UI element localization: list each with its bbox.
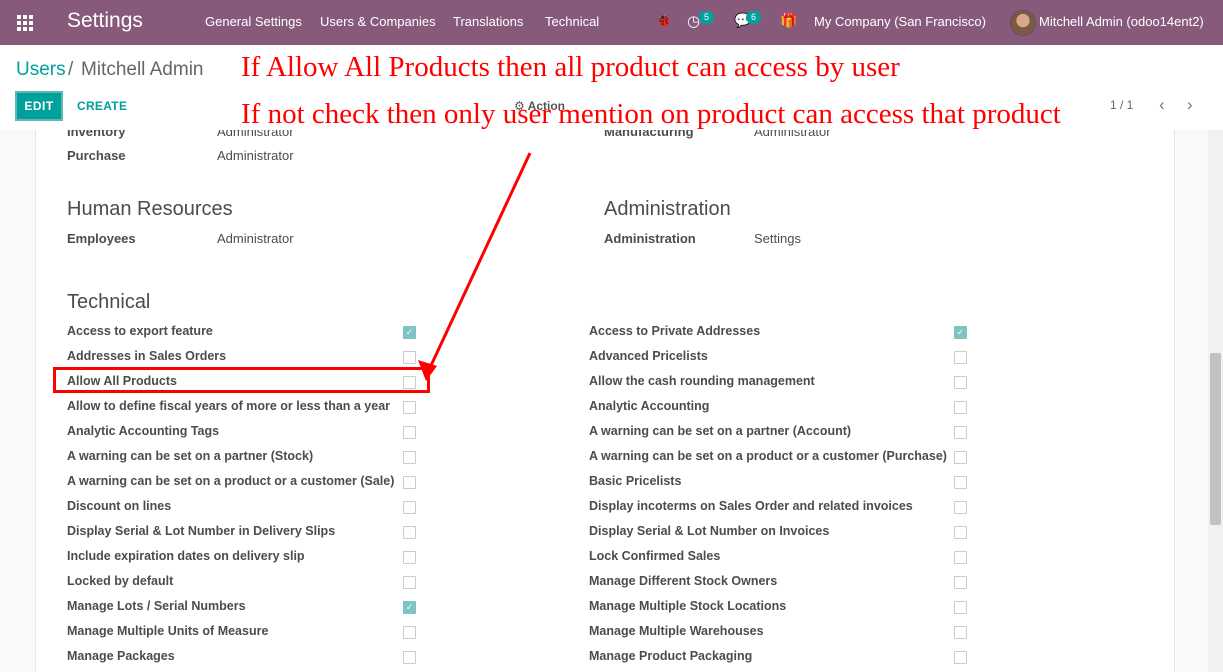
technical-setting-label: Manage Multiple Units of Measure	[67, 624, 269, 638]
inventory-label: Inventory	[67, 130, 126, 139]
annotation-highlight-box	[53, 367, 430, 393]
technical-setting-checkbox[interactable]	[954, 626, 967, 639]
technical-setting-label: Discount on lines	[67, 499, 172, 513]
employees-label: Employees	[67, 231, 136, 246]
activity-clock-icon[interactable]: ◷	[687, 12, 700, 30]
main-navbar: Settings General Settings Users & Compan…	[0, 0, 1223, 45]
technical-setting-label: Lock Confirmed Sales	[589, 549, 721, 563]
technical-setting-label: A warning can be set on a product or a c…	[589, 449, 947, 463]
technical-setting-checkbox[interactable]	[954, 351, 967, 364]
manufacturing-label: Manufacturing	[604, 130, 694, 139]
technical-setting-label: Manage Lots / Serial Numbers	[67, 599, 246, 613]
technical-setting-checkbox[interactable]	[954, 526, 967, 539]
technical-setting-checkbox[interactable]	[954, 451, 967, 464]
technical-setting-label: A warning can be set on a partner (Accou…	[589, 424, 852, 438]
technical-setting-label: Locked by default	[67, 574, 174, 588]
technical-setting-label: Manage Multiple Stock Locations	[589, 599, 787, 613]
technical-setting-checkbox[interactable]: ✓	[403, 601, 416, 614]
form-scroll-area: Inventory Administrator Manufacturing Ad…	[0, 130, 1208, 672]
technical-setting-label: Display Serial & Lot Number in Delivery …	[67, 524, 336, 538]
administration-heading: Administration	[604, 198, 731, 220]
technical-setting-label: Display Serial & Lot Number on Invoices	[589, 524, 830, 538]
technical-setting-label: Access to export feature	[67, 324, 213, 338]
technical-setting-checkbox[interactable]	[403, 476, 416, 489]
technical-setting-label: Display incoterms on Sales Order and rel…	[589, 499, 913, 513]
breadcrumb-separator: /	[68, 59, 74, 80]
technical-setting-checkbox[interactable]	[954, 551, 967, 564]
technical-setting-checkbox[interactable]	[403, 576, 416, 589]
technical-setting-checkbox[interactable]	[403, 501, 416, 514]
technical-setting-checkbox[interactable]	[403, 401, 416, 414]
activity-count-badge: 5	[699, 11, 715, 24]
message-count-badge: 6	[746, 11, 762, 24]
technical-setting-label: A warning can be set on a product or a c…	[67, 474, 395, 488]
technical-setting-label: Manage Packages	[67, 649, 175, 663]
administration-label: Administration	[604, 231, 696, 246]
technical-setting-checkbox[interactable]	[403, 351, 416, 364]
technical-setting-checkbox[interactable]	[954, 476, 967, 489]
inventory-value[interactable]: Administrator	[217, 130, 294, 139]
pager-next-icon[interactable]: ›	[1187, 95, 1193, 115]
human-resources-heading: Human Resources	[67, 198, 233, 220]
menu-users-companies[interactable]: Users & Companies	[320, 14, 436, 29]
technical-setting-checkbox[interactable]	[403, 426, 416, 439]
technical-setting-checkbox[interactable]	[954, 601, 967, 614]
technical-setting-checkbox[interactable]	[403, 526, 416, 539]
technical-setting-checkbox[interactable]: ✓	[403, 326, 416, 339]
technical-setting-checkbox[interactable]	[403, 651, 416, 664]
menu-translations[interactable]: Translations	[453, 14, 523, 29]
technical-setting-label: Manage Different Stock Owners	[589, 574, 778, 588]
purchase-value[interactable]: Administrator	[217, 148, 294, 163]
technical-setting-checkbox[interactable]	[403, 551, 416, 564]
company-switcher[interactable]: My Company (San Francisco)	[814, 14, 986, 29]
technical-setting-checkbox[interactable]	[954, 376, 967, 389]
technical-setting-checkbox[interactable]	[954, 651, 967, 664]
technical-setting-label: Allow to define fiscal years of more or …	[67, 399, 391, 413]
bug-icon[interactable]: 🐞	[655, 12, 672, 29]
administration-value[interactable]: Settings	[754, 231, 801, 246]
technical-heading: Technical	[67, 291, 151, 313]
technical-setting-checkbox[interactable]	[954, 401, 967, 414]
breadcrumb-current: Mitchell Admin	[81, 59, 204, 80]
annotation-line-2: If not check then only user mention on p…	[241, 98, 1061, 130]
technical-setting-checkbox[interactable]	[954, 426, 967, 439]
technical-setting-label: Basic Pricelists	[589, 474, 682, 488]
technical-setting-checkbox[interactable]	[403, 626, 416, 639]
technical-setting-checkbox[interactable]	[403, 451, 416, 464]
menu-technical[interactable]: Technical	[545, 14, 599, 29]
technical-setting-label: Analytic Accounting	[589, 399, 710, 413]
technical-setting-label: Advanced Pricelists	[589, 349, 708, 363]
menu-general-settings[interactable]: General Settings	[205, 14, 302, 29]
technical-setting-label: Access to Private Addresses	[589, 324, 761, 338]
technical-setting-checkbox[interactable]	[954, 576, 967, 589]
breadcrumb-users-link[interactable]: Users	[16, 59, 66, 81]
technical-setting-label: Addresses in Sales Orders	[67, 349, 227, 363]
employees-value[interactable]: Administrator	[217, 231, 294, 246]
technical-setting-label: A warning can be set on a partner (Stock…	[67, 449, 314, 463]
create-button[interactable]: CREATE	[77, 99, 127, 113]
technical-setting-label: Allow the cash rounding management	[589, 374, 815, 388]
technical-setting-checkbox[interactable]: ✓	[954, 326, 967, 339]
app-title: Settings	[67, 9, 143, 32]
technical-setting-label: Include expiration dates on delivery sli…	[67, 549, 305, 563]
technical-setting-label: Manage Product Packaging	[589, 649, 753, 663]
edit-button[interactable]: EDIT	[15, 91, 63, 121]
pager-value[interactable]: 1 / 1	[1110, 98, 1133, 112]
scrollbar-thumb[interactable]	[1210, 353, 1221, 525]
technical-setting-label: Analytic Accounting Tags	[67, 424, 220, 438]
pager-previous-icon[interactable]: ‹	[1159, 95, 1165, 115]
annotation-line-1: If Allow All Products then all product c…	[241, 51, 900, 83]
user-menu[interactable]: Mitchell Admin (odoo14ent2)	[1039, 14, 1204, 29]
apps-menu-icon[interactable]	[17, 15, 33, 31]
technical-setting-label: Manage Multiple Warehouses	[589, 624, 764, 638]
manufacturing-value[interactable]: Administrator	[754, 130, 831, 139]
technical-setting-checkbox[interactable]	[954, 501, 967, 514]
user-avatar[interactable]	[1010, 10, 1036, 36]
purchase-label: Purchase	[67, 148, 126, 163]
gift-icon[interactable]: 🎁	[780, 12, 797, 29]
